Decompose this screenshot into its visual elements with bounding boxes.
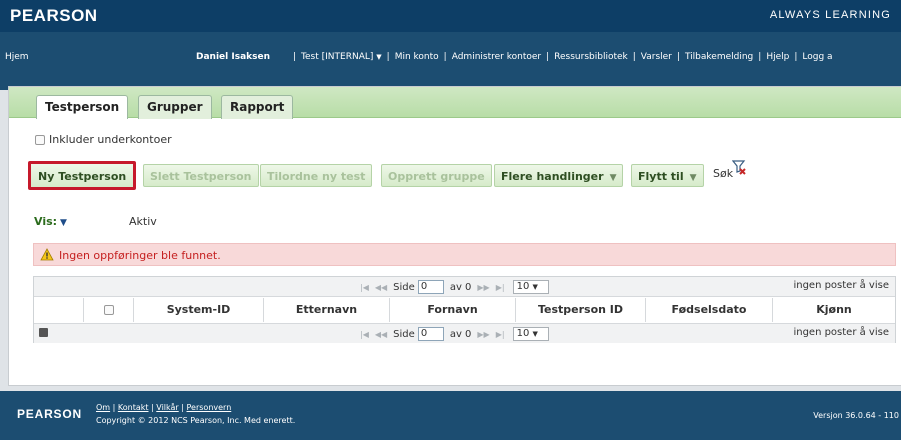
page-label: Side [393, 281, 415, 293]
data-grid: |◀ ◀◀ Side 0 av 0 ▶▶ ▶| 10 ▼ ingen poste… [33, 276, 896, 343]
more-actions-label: Flere handlinger [501, 170, 604, 183]
nav-links: | Test [INTERNAL] ▼ | Min konto | Admini… [288, 52, 833, 62]
expand-grid-icon[interactable] [39, 328, 48, 337]
move-to-label: Flytt til [638, 170, 684, 183]
delete-testperson-button[interactable]: Slett Testperson [143, 164, 259, 187]
page-number-input[interactable]: 0 [417, 280, 444, 294]
prev-page-icon[interactable]: ◀◀ [375, 283, 387, 292]
move-to-button[interactable]: Flytt til ▼ [631, 164, 704, 187]
footer-link-about[interactable]: Om [96, 403, 110, 412]
pager-controls: |◀ ◀◀ Side 0 av 0 ▶▶ ▶| 10 ▼ [360, 327, 549, 341]
first-page-icon[interactable]: |◀ [360, 283, 369, 292]
footer-link-privacy[interactable]: Personvern [187, 403, 232, 412]
nav-separator: | [758, 52, 762, 62]
caret-down-icon: ▼ [532, 330, 538, 338]
alert-text: Ingen oppføringer ble funnet. [59, 249, 221, 262]
nav-link-help[interactable]: Hjelp [766, 52, 789, 62]
include-subaccounts-label: Inkluder underkontoer [49, 133, 172, 146]
top-bar: PEARSON ALWAYS LEARNING [0, 0, 901, 32]
tab-strip: Testperson Grupper Rapport [9, 87, 901, 119]
page-count-label: av 0 [449, 281, 472, 293]
nav-link-logout[interactable]: Logg a [802, 52, 832, 62]
nav-user-name: Daniel Isaksen [196, 52, 270, 62]
include-subaccounts[interactable]: Inkluder underkontoer [35, 133, 172, 146]
header-kjonn[interactable]: Kjønn [773, 298, 895, 322]
nav-separator: | [293, 52, 297, 62]
select-all-checkbox[interactable] [103, 305, 114, 315]
nav-separator: | [386, 52, 390, 62]
nav-separator: | [546, 52, 550, 62]
page-size-value: 10 [516, 328, 530, 339]
main-panel: Testperson Grupper Rapport Inkluder unde… [8, 86, 901, 386]
pager-top: |◀ ◀◀ Side 0 av 0 ▶▶ ▶| 10 ▼ ingen poste… [34, 277, 895, 297]
tab-testperson[interactable]: Testperson [36, 95, 129, 119]
nav-separator: | [632, 52, 636, 62]
nav-link-my-account[interactable]: Min konto [395, 52, 439, 62]
nav-separator: | [676, 52, 680, 62]
new-testperson-button[interactable]: Ny Testperson [28, 161, 137, 190]
nav-separator: | [443, 52, 447, 62]
nav-link-feedback[interactable]: Tilbakemelding [685, 52, 753, 62]
first-page-icon[interactable]: |◀ [360, 330, 369, 339]
records-summary: ingen poster å vise [793, 327, 889, 338]
grid-header-row: System-ID Etternavn Fornavn Testperson I… [34, 298, 895, 322]
page-size-value: 10 [516, 281, 530, 292]
footer-link-terms[interactable]: Vilkår [156, 403, 178, 412]
tab-grupper[interactable]: Grupper [138, 95, 212, 119]
pearson-logo: PEARSON [10, 6, 98, 25]
prev-page-icon[interactable]: ◀◀ [375, 330, 387, 339]
nav-bar: Hjem Daniel Isaksen | Test [INTERNAL] ▼ … [0, 32, 901, 90]
view-label: Vis: [34, 215, 58, 228]
footer-links: Om | Kontakt | Vilkår | Personvern [96, 403, 232, 412]
header-testperson-id[interactable]: Testperson ID [516, 298, 646, 322]
caret-down-icon: ▼ [532, 283, 538, 291]
view-value: Aktiv [129, 215, 157, 228]
footer-logo: PEARSON [17, 407, 82, 421]
records-summary: ingen poster å vise [793, 280, 889, 291]
page-label: Side [393, 328, 415, 340]
footer: PEARSON Om | Kontakt | Vilkår | Personve… [0, 391, 901, 440]
footer-copyright: Copyright © 2012 NCS Pearson, Inc. Med e… [96, 416, 296, 425]
header-fodselsdato[interactable]: Fødselsdato [646, 298, 773, 322]
dropdown-arrow-icon: ▼ [689, 173, 697, 183]
pager-controls: |◀ ◀◀ Side 0 av 0 ▶▶ ▶| 10 ▼ [360, 280, 549, 294]
assign-test-button[interactable]: Tilordne ny test [260, 164, 373, 187]
page-count-label: av 0 [449, 328, 472, 340]
header-system-id[interactable]: System-ID [134, 298, 264, 322]
tab-rapport[interactable]: Rapport [221, 95, 294, 119]
caret-down-icon: ▼ [60, 218, 67, 228]
dropdown-arrow-icon: ▼ [609, 173, 617, 183]
pager-bottom: |◀ ◀◀ Side 0 av 0 ▶▶ ▶| 10 ▼ ingen poste… [34, 323, 895, 343]
nav-link-notifications[interactable]: Varsler [641, 52, 672, 62]
header-select-all [84, 298, 134, 322]
header-spacer [34, 298, 84, 322]
include-subaccounts-checkbox[interactable] [35, 135, 45, 145]
create-group-button[interactable]: Opprett gruppe [381, 164, 492, 187]
no-results-alert: Ingen oppføringer ble funnet. [33, 243, 896, 266]
page-size-select[interactable]: 10 ▼ [512, 280, 549, 294]
last-page-icon[interactable]: ▶| [496, 283, 505, 292]
nav-link-label: Test [INTERNAL] [301, 52, 374, 62]
tagline: ALWAYS LEARNING [769, 9, 891, 21]
nav-home-link[interactable]: Hjem [5, 52, 29, 62]
nav-link-test-account[interactable]: Test [INTERNAL] ▼ [301, 52, 382, 62]
next-page-icon[interactable]: ▶▶ [477, 283, 489, 292]
footer-version: Versjon 36.0.64 - 110 [813, 411, 899, 420]
next-page-icon[interactable]: ▶▶ [477, 330, 489, 339]
view-filter[interactable]: Vis: ▼ [34, 215, 67, 228]
search-label[interactable]: Søk [713, 167, 733, 180]
nav-link-manage-accounts[interactable]: Administrer kontoer [452, 52, 541, 62]
page-size-select[interactable]: 10 ▼ [512, 327, 549, 341]
nav-link-resource-library[interactable]: Ressursbibliotek [554, 52, 628, 62]
more-actions-button[interactable]: Flere handlinger ▼ [494, 164, 624, 187]
header-etternavn[interactable]: Etternavn [264, 298, 390, 322]
warning-icon [40, 248, 54, 261]
footer-link-contact[interactable]: Kontakt [118, 403, 149, 412]
nav-separator: | [794, 52, 798, 62]
clear-filter-icon[interactable] [732, 160, 747, 175]
page-number-input[interactable]: 0 [417, 327, 444, 341]
header-fornavn[interactable]: Fornavn [390, 298, 516, 322]
last-page-icon[interactable]: ▶| [496, 330, 505, 339]
